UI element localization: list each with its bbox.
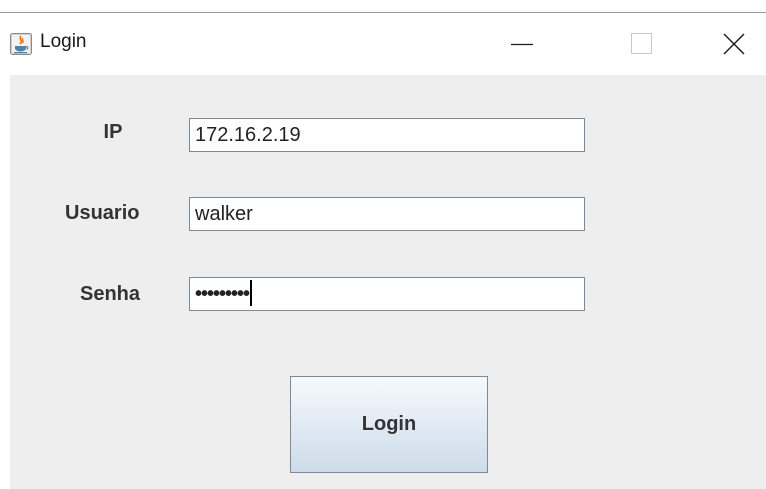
login-button-label: Login xyxy=(361,413,417,435)
text-cursor xyxy=(250,280,253,307)
login-form-panel: IP 172.16.2.19 Usuario walker Senha ••••… xyxy=(10,75,766,489)
senha-masked-value: ••••••••• xyxy=(195,283,250,305)
maximize-button[interactable] xyxy=(612,13,672,75)
senha-label: Senha xyxy=(80,283,141,305)
minimize-icon xyxy=(511,43,533,46)
minimize-button[interactable] xyxy=(492,13,552,75)
java-coffee-cup-icon xyxy=(10,33,32,55)
ip-input[interactable]: 172.16.2.19 xyxy=(189,118,585,152)
login-window: Login IP 172.16.2.19 Usuario walker Senh… xyxy=(0,0,766,489)
window-title: Login xyxy=(40,31,87,52)
title-bar[interactable]: Login xyxy=(0,13,766,75)
usuario-input[interactable]: walker xyxy=(189,197,585,231)
close-icon xyxy=(723,33,745,55)
usuario-label: Usuario xyxy=(65,202,140,224)
close-button[interactable] xyxy=(704,13,764,75)
senha-password-input[interactable]: ••••••••• xyxy=(189,277,585,311)
usuario-value: walker xyxy=(195,203,253,225)
ip-label: IP xyxy=(103,121,123,143)
maximize-icon xyxy=(631,33,652,54)
login-button[interactable]: Login xyxy=(290,376,488,473)
ip-value: 172.16.2.19 xyxy=(195,124,301,146)
